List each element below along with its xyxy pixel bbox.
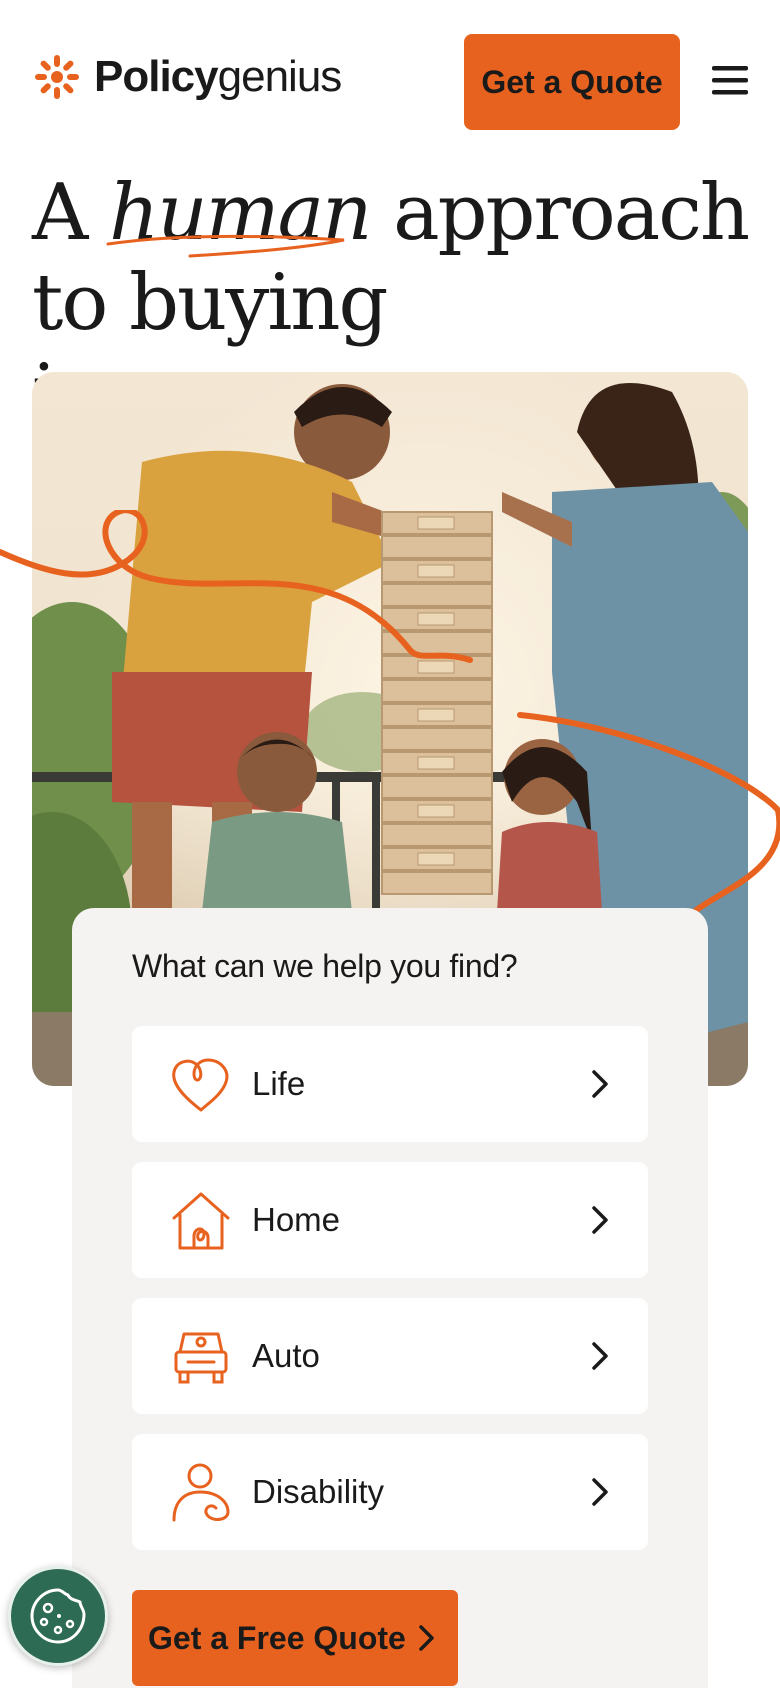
option-home[interactable]: Home bbox=[132, 1162, 648, 1278]
hamburger-menu-icon[interactable] bbox=[710, 60, 750, 100]
cookie-settings-button[interactable] bbox=[8, 1566, 108, 1666]
site-header: Policygenius Get a Quote bbox=[0, 0, 780, 160]
get-a-quote-button[interactable]: Get a Quote bbox=[464, 34, 680, 130]
cookie-icon bbox=[30, 1588, 86, 1644]
logo-wordmark: Policygenius bbox=[94, 52, 343, 101]
option-home-label: Home bbox=[252, 1201, 341, 1238]
option-disability-label: Disability bbox=[252, 1473, 385, 1510]
option-disability[interactable]: Disability bbox=[132, 1434, 648, 1550]
chevron-right-icon bbox=[592, 1206, 608, 1234]
chevron-right-icon bbox=[592, 1342, 608, 1370]
chevron-right-icon bbox=[419, 1625, 434, 1651]
get-a-free-quote-button[interactable]: Get a Free Quote bbox=[132, 1590, 458, 1686]
chevron-right-icon bbox=[592, 1070, 608, 1098]
logo-text-light: genius bbox=[217, 52, 343, 101]
free-quote-label: Get a Free Quote bbox=[148, 1619, 406, 1656]
logo-mark-icon bbox=[35, 55, 79, 99]
person-icon bbox=[172, 1463, 230, 1522]
option-life[interactable]: Life bbox=[132, 1026, 648, 1142]
heart-icon bbox=[172, 1058, 229, 1112]
option-life-label: Life bbox=[252, 1065, 306, 1102]
option-auto[interactable]: Auto bbox=[132, 1298, 648, 1414]
car-icon bbox=[174, 1332, 228, 1384]
chevron-right-icon bbox=[592, 1478, 608, 1506]
option-auto-label: Auto bbox=[252, 1337, 320, 1374]
headline-line1-rest: approach bbox=[393, 168, 750, 258]
finder-title: What can we help you find? bbox=[132, 948, 518, 984]
policygenius-logo[interactable]: Policygenius bbox=[32, 52, 343, 102]
logo-text-bold: Policy bbox=[94, 52, 219, 101]
headline-underline-decoration bbox=[106, 235, 345, 258]
headline-word-a: A bbox=[32, 168, 88, 258]
insurance-finder-card: What can we help you find? Life Home Aut… bbox=[72, 908, 708, 1688]
house-icon bbox=[172, 1192, 230, 1250]
